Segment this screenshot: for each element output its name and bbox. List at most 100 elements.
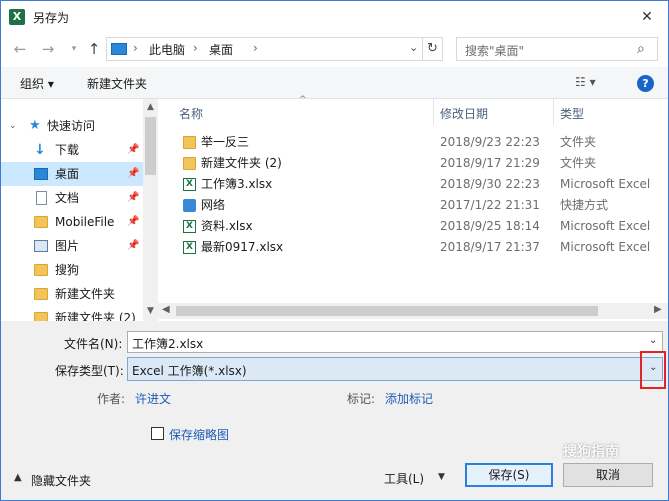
column-header-name[interactable]: 名称 bbox=[179, 105, 203, 122]
savetype-label: 保存类型(T): bbox=[55, 364, 124, 378]
help-button[interactable]: ? bbox=[637, 75, 654, 92]
file-type: Microsoft Excel bbox=[560, 240, 651, 254]
nav-item-label: MobileFile bbox=[55, 215, 115, 229]
file-type: 文件夹 bbox=[560, 135, 597, 149]
view-options-icon[interactable]: ☷ ▾ bbox=[575, 75, 596, 89]
recent-locations-chevron-icon[interactable]: ▾ bbox=[63, 38, 85, 60]
save-button[interactable]: 保存(S) bbox=[465, 463, 553, 487]
savetype-select[interactable]: Excel 工作簿(*.xlsx) ⌄ bbox=[127, 357, 663, 381]
file-row-new-folder-2[interactable]: 新建文件夹 (2) 2018/9/17 21:29 文件夹 bbox=[179, 153, 659, 174]
file-row-network[interactable]: 网络 2017/1/22 21:31 快捷方式 bbox=[179, 195, 659, 216]
scrollbar-thumb[interactable] bbox=[176, 306, 598, 316]
nav-item-downloads[interactable]: ↓ 下载 📌 bbox=[1, 138, 143, 162]
tools-menu-button[interactable]: 工具(L) bbox=[384, 470, 424, 487]
nav-item-mobilefile[interactable]: MobileFile 📌 bbox=[1, 210, 143, 234]
file-name: 最新0917.xlsx bbox=[201, 240, 284, 254]
nav-item-quick-access[interactable]: ⌄ ★ 快速访问 bbox=[1, 114, 143, 138]
back-arrow-icon[interactable]: ← bbox=[9, 38, 31, 60]
file-row-juyifansan[interactable]: 举一反三 2018/9/23 22:23 文件夹 bbox=[179, 132, 659, 153]
file-row-zuixin0917[interactable]: X 最新0917.xlsx 2018/9/17 21:37 Microsoft … bbox=[179, 237, 659, 258]
pin-icon: 📌 bbox=[127, 240, 140, 251]
nav-item-pictures[interactable]: 图片 📌 bbox=[1, 234, 143, 258]
excel-file-icon: X bbox=[183, 220, 196, 233]
file-type: 文件夹 bbox=[560, 156, 597, 170]
title-bar: X 另存为 ✕ bbox=[1, 1, 668, 33]
nav-item-desktop[interactable]: 桌面 📌 bbox=[1, 162, 143, 186]
chevron-up-icon[interactable]: ▲ bbox=[14, 472, 22, 483]
column-header-type[interactable]: 类型 bbox=[560, 105, 584, 122]
scroll-right-arrow-icon[interactable]: ▶ bbox=[654, 304, 662, 315]
author-label: 作者: bbox=[97, 392, 126, 406]
address-separator: › bbox=[193, 41, 198, 55]
search-input[interactable]: 搜索"桌面" ⌕ bbox=[456, 37, 658, 61]
nav-item-documents[interactable]: 文档 📌 bbox=[1, 186, 143, 210]
nav-scrollbar[interactable]: ▲ ▼ bbox=[143, 99, 158, 321]
sort-ascending-icon: ^ bbox=[299, 95, 307, 105]
add-tags-link[interactable]: 添加标记 bbox=[385, 390, 433, 407]
organize-menu-button[interactable]: 组织 ▾ bbox=[20, 75, 54, 92]
save-thumbnail-label[interactable]: 保存缩略图 bbox=[169, 426, 229, 443]
pin-icon: 📌 bbox=[127, 144, 140, 155]
refresh-button[interactable]: ↻ bbox=[422, 37, 443, 61]
address-dropdown-chevron-icon[interactable]: ⌄ bbox=[409, 41, 418, 54]
download-icon: ↓ bbox=[34, 142, 46, 158]
chevron-down-icon[interactable]: ▼ bbox=[438, 472, 445, 482]
folder-icon bbox=[34, 288, 48, 300]
horizontal-scrollbar[interactable]: ◀ ▶ bbox=[158, 303, 668, 319]
file-row-workbook3[interactable]: X 工作簿3.xlsx 2018/9/30 22:23 Microsoft Ex… bbox=[179, 174, 659, 195]
chevron-down-icon[interactable]: ⌄ bbox=[649, 335, 657, 346]
savetype-value: Excel 工作簿(*.xlsx) bbox=[132, 364, 247, 378]
filename-label: 文件名(N): bbox=[64, 337, 123, 351]
file-row-ziliao[interactable]: X 资料.xlsx 2018/9/25 18:14 Microsoft Exce… bbox=[179, 216, 659, 237]
nav-item-label: 桌面 bbox=[55, 167, 80, 181]
window-title: 另存为 bbox=[33, 11, 70, 25]
hide-folders-button[interactable]: 隐藏文件夹 bbox=[31, 472, 91, 489]
nav-item-label: 搜狗 bbox=[55, 263, 80, 277]
folder-icon bbox=[183, 136, 196, 149]
address-separator: › bbox=[253, 41, 258, 55]
scroll-up-arrow-icon[interactable]: ▲ bbox=[143, 99, 158, 115]
save-thumbnail-checkbox[interactable] bbox=[151, 427, 164, 440]
command-toolbar: 组织 ▾ 新建文件夹 ☷ ▾ ? bbox=[1, 67, 668, 99]
file-name: 新建文件夹 (2) bbox=[201, 156, 282, 170]
breadcrumb-this-pc[interactable]: 此电脑 bbox=[149, 41, 185, 58]
column-divider[interactable] bbox=[433, 99, 434, 125]
file-date: 2018/9/17 21:29 bbox=[440, 156, 540, 170]
file-date: 2017/1/22 21:31 bbox=[440, 198, 540, 212]
nav-item-sogou[interactable]: 搜狗 bbox=[1, 258, 143, 282]
file-date: 2018/9/17 21:37 bbox=[440, 240, 540, 254]
file-date: 2018/9/25 18:14 bbox=[440, 219, 540, 233]
address-bar[interactable]: › 此电脑 › 桌面 › ⌄ bbox=[106, 37, 443, 61]
column-divider[interactable] bbox=[553, 99, 554, 125]
nav-item-label: 新建文件夹 bbox=[55, 287, 116, 301]
pin-icon: 📌 bbox=[127, 192, 140, 203]
navigation-pane: ⌄ ★ 快速访问 ↓ 下载 📌 桌面 📌 文档 📌 MobileFile 📌 图… bbox=[1, 99, 158, 321]
folder-icon bbox=[34, 264, 48, 276]
author-value[interactable]: 许进文 bbox=[135, 390, 171, 407]
save-as-dialog: X 另存为 ✕ ← → ▾ ↑ › 此电脑 › 桌面 › ⌄ ↻ 搜索"桌面" … bbox=[0, 0, 669, 501]
file-name: 举一反三 bbox=[201, 135, 250, 149]
scrollbar-thumb[interactable] bbox=[145, 117, 156, 175]
filename-input[interactable]: 工作簿2.xlsx ⌄ bbox=[127, 331, 663, 353]
star-icon: ★ bbox=[29, 118, 41, 133]
collapse-chevron-icon[interactable]: ⌄ bbox=[9, 114, 17, 138]
breadcrumb-desktop[interactable]: 桌面 bbox=[209, 41, 233, 58]
new-folder-button[interactable]: 新建文件夹 bbox=[87, 75, 147, 92]
forward-arrow-icon[interactable]: → bbox=[37, 38, 59, 60]
desktop-icon bbox=[34, 168, 48, 180]
nav-item-label: 图片 bbox=[55, 239, 80, 253]
cancel-button[interactable]: 取消 bbox=[563, 463, 653, 487]
column-header-date[interactable]: 修改日期 bbox=[440, 105, 488, 122]
nav-item-label: 新建文件夹 (2) bbox=[55, 311, 136, 321]
address-separator: › bbox=[133, 41, 138, 55]
file-type: 快捷方式 bbox=[560, 198, 609, 212]
scroll-down-arrow-icon[interactable]: ▼ bbox=[143, 303, 158, 319]
nav-item-new-folder[interactable]: 新建文件夹 bbox=[1, 282, 143, 306]
nav-item-new-folder-2[interactable]: 新建文件夹 (2) bbox=[1, 306, 143, 321]
up-arrow-icon[interactable]: ↑ bbox=[83, 38, 105, 60]
excel-file-icon: X bbox=[183, 241, 196, 254]
scroll-left-arrow-icon[interactable]: ◀ bbox=[162, 304, 170, 315]
close-button[interactable]: ✕ bbox=[632, 5, 662, 29]
nav-item-label: 文档 bbox=[55, 191, 80, 205]
file-name: 资料.xlsx bbox=[201, 219, 253, 233]
